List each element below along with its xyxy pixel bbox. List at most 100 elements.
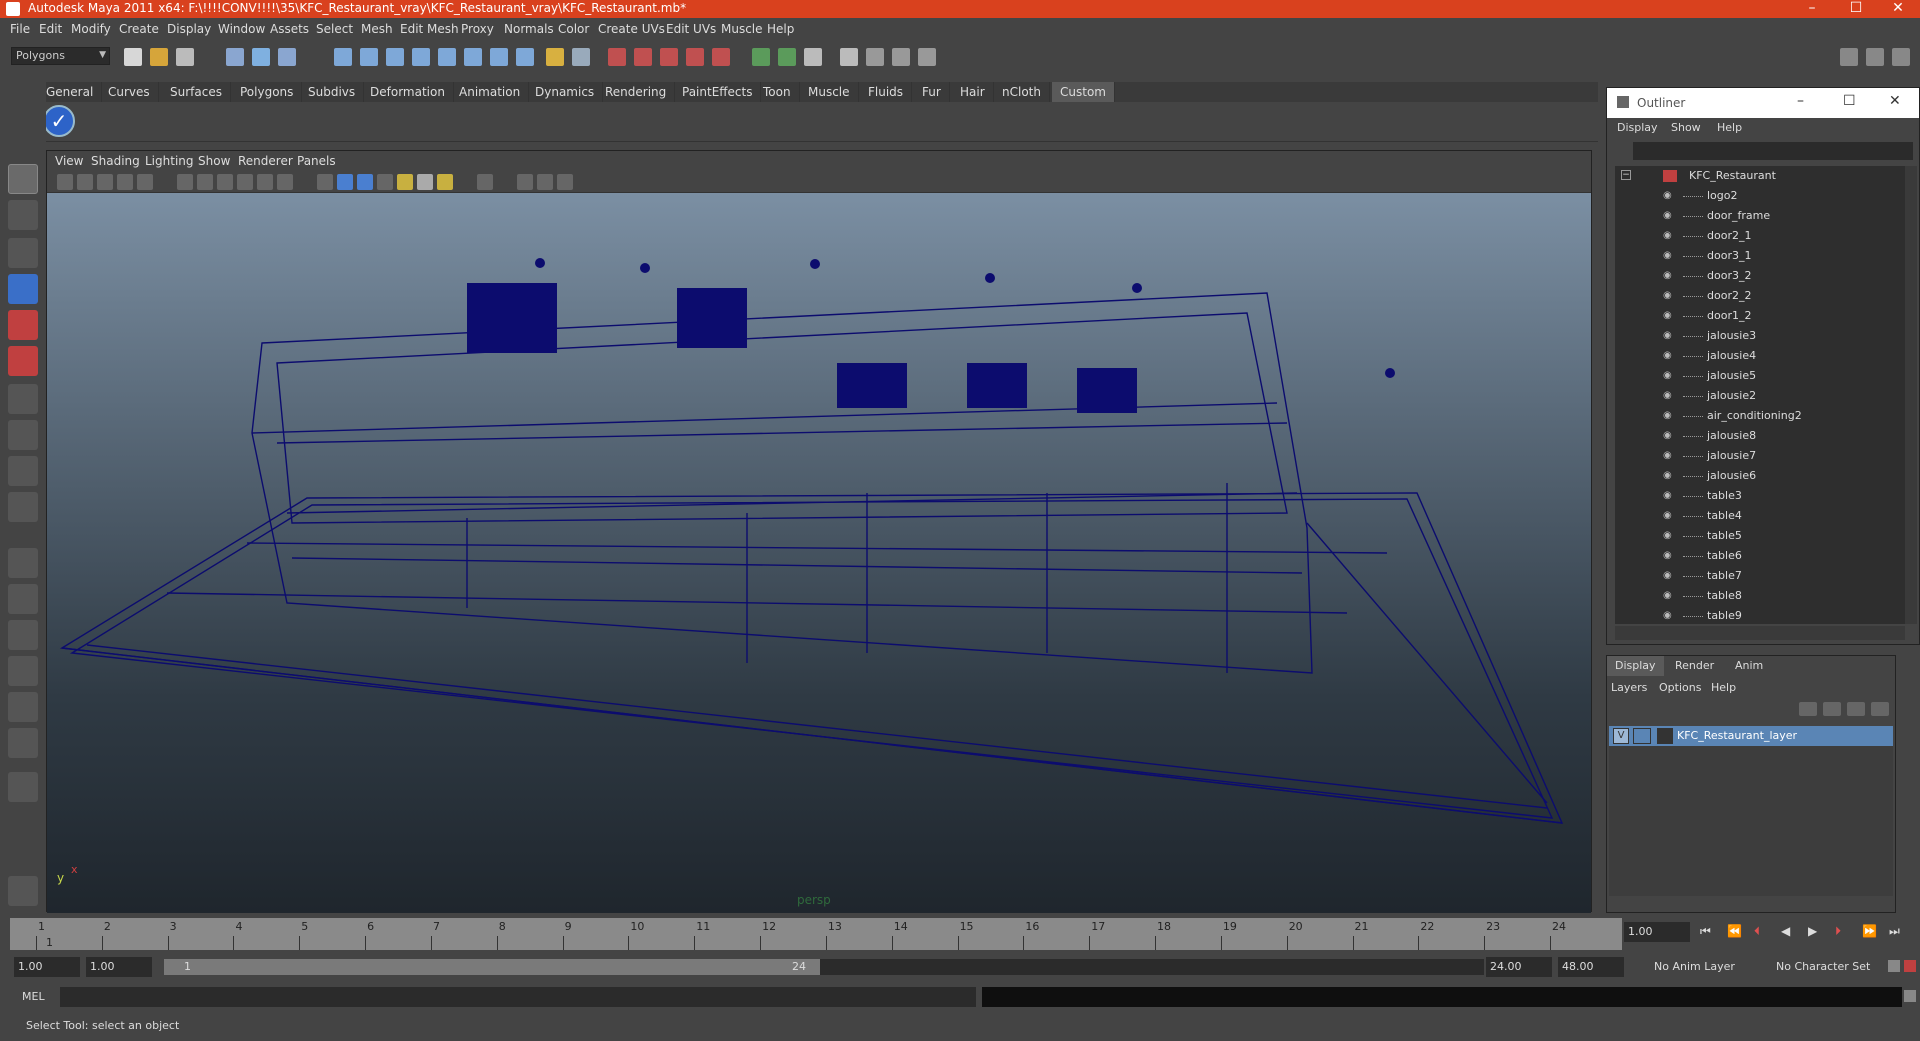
menu-muscle[interactable]: Muscle [721,22,763,36]
render-view-icon[interactable] [712,48,730,66]
mode-selector[interactable]: Polygons ▼ [11,47,110,65]
paint-select-icon[interactable] [8,238,38,268]
shelf-tab-hair[interactable]: Hair [952,82,994,102]
image-plane-icon[interactable] [117,174,133,190]
shelf-tab-curves[interactable]: Curves [100,82,159,102]
construction-icon[interactable] [490,48,508,66]
xray-joints-icon[interactable] [537,174,553,190]
menu-edit-uvs[interactable]: Edit UVs [666,22,716,36]
vp-menu-renderer[interactable]: Renderer [238,154,293,168]
tool-settings-icon[interactable] [866,48,884,66]
grid-view-icon[interactable] [137,174,153,190]
lock-icon[interactable] [546,48,564,66]
shelf-tab-toon[interactable]: Toon [755,82,800,102]
outliner-horizontal-scrollbar[interactable] [1615,626,1905,640]
camera-attr-icon[interactable] [77,174,93,190]
menu-edit-mesh[interactable]: Edit Mesh [400,22,459,36]
outliner-item-row[interactable]: ◉ logo2 [1615,186,1905,206]
layer-editor-icon[interactable] [892,48,910,66]
manipulator-icon[interactable] [8,384,38,414]
outliner-item-row[interactable]: ◉ air_conditioning2 [1615,406,1905,426]
collapse-icon[interactable]: − [1621,170,1631,180]
resolution-gate-icon[interactable] [197,174,213,190]
menu-normals[interactable]: Normals [504,22,554,36]
current-time-field[interactable]: 1.00 [1624,922,1690,942]
textured-icon[interactable] [377,174,393,190]
menu-assets[interactable]: Assets [270,22,309,36]
layer-tab-anim[interactable]: Anim [1727,656,1771,676]
menu-create-uvs[interactable]: Create UVs [598,22,665,36]
menu-mesh[interactable]: Mesh [361,22,393,36]
layer-visibility-toggle[interactable]: V [1613,728,1629,744]
move-tool-icon[interactable] [8,274,38,304]
vp-menu-lighting[interactable]: Lighting [145,154,194,168]
all-lights-icon[interactable] [417,174,433,190]
gate-mask-icon[interactable] [217,174,233,190]
film-gate-icon[interactable] [177,174,193,190]
outliner-vertical-scrollbar[interactable] [1905,166,1917,624]
menu-help[interactable]: Help [767,22,794,36]
auto-key-icon[interactable] [1888,960,1900,972]
new-layer-icon[interactable] [1847,702,1865,716]
attribute-editor-icon[interactable] [804,48,822,66]
script-editor-icon[interactable] [1904,990,1916,1002]
shelf-tab-fur[interactable]: Fur [914,82,950,102]
outliner-item-row[interactable]: ◉ door3_2 [1615,266,1905,286]
isolate-select-icon[interactable] [517,174,533,190]
outliner-item-row[interactable]: ◉ jalousie8 [1615,426,1905,446]
character-set-selector[interactable]: No Character Set [1772,957,1884,977]
open-scene-icon[interactable] [150,48,168,66]
anim-end-field[interactable]: 48.00 [1558,957,1624,977]
menu-proxy[interactable]: Proxy [461,22,494,36]
layer-tab-display[interactable]: Display [1607,656,1664,676]
layer-type-toggle[interactable] [1633,728,1651,744]
layer-tab-render[interactable]: Render [1667,656,1722,676]
end-time-field[interactable]: 24.00 [1486,957,1552,977]
safe-action-icon[interactable] [257,174,273,190]
layer-down-icon[interactable] [1823,702,1841,716]
outliner-item-row[interactable]: ◉ table3 [1615,486,1905,506]
shelf-tab-ncloth[interactable]: nCloth [994,82,1050,102]
panel-layout-icon[interactable] [918,48,936,66]
shelf-tab-dynamics[interactable]: Dynamics [527,82,604,102]
outliner-item-row[interactable]: ◉ table7 [1615,566,1905,586]
four-pane-layout-icon[interactable] [8,584,38,614]
perspective-view[interactable]: y x persp [47,193,1591,913]
smooth-shade-icon[interactable] [337,174,353,190]
show-channel-icon[interactable] [1892,48,1910,66]
anim-start-field[interactable]: 1.00 [86,957,152,977]
safe-title-icon[interactable] [277,174,293,190]
play-forward-button[interactable]: ▶ [1808,924,1817,938]
outliner-item-row[interactable]: ◉ jalousie7 [1615,446,1905,466]
render-globals-icon[interactable] [840,48,858,66]
snap-curve-icon[interactable] [360,48,378,66]
menu-create[interactable]: Create [119,22,159,36]
snap-grid-icon[interactable] [334,48,352,66]
scale-tool-icon[interactable] [8,346,38,376]
layer-color-swatch[interactable] [1657,728,1673,744]
start-time-field[interactable]: 1.00 [14,957,80,977]
wireframe-on-shaded-icon[interactable] [357,174,373,190]
xray-icon[interactable] [477,174,493,190]
outliner-item-row[interactable]: ◉ door2_2 [1615,286,1905,306]
layer-row[interactable]: V KFC_Restaurant_layer [1609,726,1893,746]
outliner-item-row[interactable]: ◉ table6 [1615,546,1905,566]
close-button[interactable]: ✕ [1876,0,1920,18]
outliner-item-row[interactable]: ◉ jalousie3 [1615,326,1905,346]
shadows-icon[interactable] [437,174,453,190]
soft-mod-icon[interactable] [8,420,38,450]
show-tool-icon[interactable] [1866,48,1884,66]
menu-modify[interactable]: Modify [71,22,111,36]
history-icon[interactable] [464,48,482,66]
outliner-item-row[interactable]: ◉ door3_1 [1615,246,1905,266]
minimize-button[interactable]: – [1790,0,1834,18]
lasso-tool-icon[interactable] [8,200,38,230]
outliner-menu-display[interactable]: Display [1617,121,1658,134]
time-slider[interactable]: 1 1 2 3 4 5 6 7 8 9 10 11 12 13 14 15 16 17 18 19 20 21 22 23 2… [10,918,1622,950]
outliner-item-row[interactable]: ◉ table9 [1615,606,1905,624]
checkmark-icon[interactable]: ✓ [43,105,75,137]
show-manip-icon[interactable] [8,456,38,486]
shelf-tab-general[interactable]: General [38,82,103,102]
command-input[interactable] [60,987,976,1007]
menu-color[interactable]: Color [558,22,589,36]
